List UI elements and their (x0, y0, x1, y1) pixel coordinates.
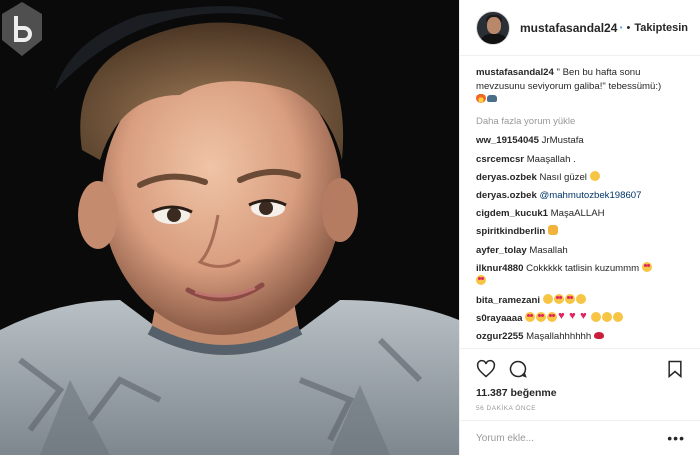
comment-text: MaşaALLAH (550, 208, 605, 220)
comment-username[interactable]: ozgur2255 (476, 331, 523, 342)
post-header: mustafasandal24 • Takiptesin (460, 0, 700, 56)
red-heart-emoji-icon (558, 312, 568, 325)
comment-item: s0rayaaaa (476, 311, 684, 326)
comment-username[interactable]: deryas.ozbek (476, 190, 537, 201)
comment-username[interactable]: deryas.ozbek (476, 172, 537, 183)
comment-username[interactable]: s0rayaaaa (476, 313, 522, 324)
heart-eyes-emoji-icon (564, 293, 575, 304)
post-photo[interactable] (0, 0, 459, 455)
post-caption: mustafasandal24 " Ben bu hafta sonu mevz… (476, 66, 684, 107)
following-button[interactable]: Takiptesin (634, 22, 688, 34)
child-photo-illustration (0, 0, 459, 455)
comment-item: csrcemcsr Maaşallah . (476, 153, 684, 167)
header-separator: • (626, 21, 631, 34)
more-options-icon[interactable]: ••• (667, 431, 685, 445)
comment-text: Nasıl güzel (539, 171, 587, 183)
smile-emoji-icon (613, 311, 624, 322)
comment-text: Masallah (529, 244, 568, 256)
verified-badge-icon (620, 26, 623, 29)
avatar[interactable] (476, 10, 510, 45)
heart-eyes-emoji-icon (547, 311, 558, 322)
comment-username[interactable]: cigdem_kucuk1 (476, 208, 548, 219)
comment-item: ozgur2255 Maşallahhhhhh (476, 330, 684, 344)
comment-item: ilknur4880 Cokkkkk tatlisin kuzummm (476, 261, 684, 289)
comment-text: Maaşallah . (526, 153, 576, 165)
heart-eyes-emoji-icon (536, 311, 547, 322)
thumbs-up-emoji-icon (547, 225, 558, 236)
post-sidebar: mustafasandal24 • Takiptesin mustafasand… (459, 0, 700, 455)
comment-username[interactable]: ww_19154045 (476, 135, 539, 146)
smile-emoji-icon (589, 170, 600, 181)
comment-username[interactable]: bita_ramezani (476, 295, 540, 306)
comment-input[interactable] (476, 432, 656, 444)
comment-username[interactable]: csrcemcsr (476, 154, 524, 165)
add-comment-bar: ••• (460, 420, 700, 455)
lips-emoji-icon (593, 331, 604, 339)
comment-text: Maşallahhhhhh (526, 330, 592, 342)
mention-link[interactable]: @mahmutozbek198607 (539, 190, 641, 201)
header-username[interactable]: mustafasandal24 (520, 21, 617, 35)
post-actions: 11.387 beğenme 56 DAKİKA ÖNCE (460, 348, 700, 420)
comment-item: bita_ramezani (476, 293, 684, 308)
comment-username[interactable]: ilknur4880 (476, 263, 523, 274)
red-heart-emoji-icon (569, 312, 579, 325)
comment-item: ayfer_tolay Masallah (476, 244, 684, 258)
fire-emoji-icon (476, 93, 486, 104)
smile-emoji-icon (591, 311, 602, 322)
caption-username[interactable]: mustafasandal24 (476, 67, 554, 78)
red-heart-emoji-icon (580, 312, 590, 325)
bookmark-icon[interactable] (665, 359, 685, 379)
comment-bubble-icon[interactable] (508, 359, 528, 379)
likes-count[interactable]: 11.387 beğenme (476, 387, 685, 399)
comment-item: ww_19154045 JrMustafa (476, 134, 684, 148)
comment-item: deryas.ozbek @mahmutozbek198607 (476, 189, 684, 203)
smile-emoji-icon (602, 311, 613, 322)
comments-list: mustafasandal24 " Ben bu hafta sonu mevz… (460, 56, 700, 344)
comment-item: deryas.ozbek Nasıl güzel (476, 170, 684, 185)
comment-item: spiritkindberlin (476, 225, 684, 239)
smile-emoji-icon (575, 293, 586, 304)
heart-eyes-emoji-icon (525, 311, 536, 322)
brand-watermark-icon (2, 2, 42, 56)
comment-username[interactable]: ayfer_tolay (476, 245, 527, 256)
car-emoji-icon (487, 95, 497, 103)
comment-item: cigdem_kucuk1 MaşaALLAH (476, 207, 684, 221)
comment-text: Cokkkkk tatlisin kuzummm (526, 262, 640, 274)
load-more-comments-link[interactable]: Daha fazla yorum yükle (476, 115, 684, 128)
smile-emoji-icon (542, 293, 553, 304)
post-timestamp[interactable]: 56 DAKİKA ÖNCE (476, 405, 685, 412)
heart-eyes-emoji-icon (641, 261, 652, 272)
comment-username[interactable]: spiritkindberlin (476, 226, 545, 237)
heart-eyes-emoji-icon (476, 275, 486, 286)
comment-text: JrMustafa (541, 135, 584, 147)
heart-outline-icon[interactable] (476, 359, 496, 379)
heart-eyes-emoji-icon (553, 293, 564, 304)
